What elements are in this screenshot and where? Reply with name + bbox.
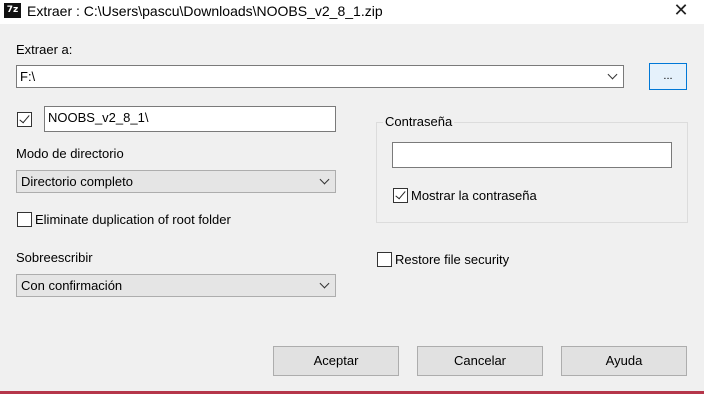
chevron-down-icon[interactable] — [607, 69, 618, 80]
restore-security-checkbox[interactable] — [377, 252, 392, 267]
help-button[interactable]: Ayuda — [561, 346, 687, 376]
cancel-button[interactable]: Cancelar — [417, 346, 543, 376]
checkmark-icon — [19, 112, 30, 124]
overwrite-select[interactable]: Con confirmación — [16, 274, 336, 297]
extract-to-value: F:\ — [20, 69, 36, 84]
show-password-label[interactable]: Mostrar la contraseña — [411, 188, 537, 203]
eliminate-duplication-checkbox[interactable] — [17, 212, 32, 227]
subfolder-input[interactable]: NOOBS_v2_8_1\ — [44, 106, 336, 132]
chevron-down-icon — [319, 174, 330, 185]
extract-to-combobox[interactable]: F:\ — [16, 65, 624, 88]
chevron-down-icon — [319, 278, 330, 289]
browse-button[interactable]: ... — [649, 63, 687, 90]
overwrite-value: Con confirmación — [21, 278, 123, 293]
subfolder-checkbox[interactable] — [17, 112, 32, 127]
ok-button[interactable]: Aceptar — [273, 346, 399, 376]
directory-mode-label: Modo de directorio — [16, 146, 124, 161]
checkmark-icon — [395, 188, 406, 200]
overwrite-label: Sobreescribir — [16, 250, 93, 265]
restore-security-label[interactable]: Restore file security — [395, 252, 509, 267]
password-group — [376, 122, 688, 223]
directory-mode-select[interactable]: Directorio completo — [16, 170, 336, 193]
password-input[interactable] — [392, 142, 672, 168]
show-password-checkbox[interactable] — [393, 188, 408, 203]
7zip-app-icon: 7z — [4, 3, 21, 18]
close-icon[interactable]: ✕ — [670, 0, 692, 22]
title-bar: 7z Extraer : C:\Users\pascu\Downloads\NO… — [0, 0, 704, 24]
extract-to-label: Extraer a: — [16, 42, 73, 57]
subfolder-value: NOOBS_v2_8_1\ — [48, 110, 149, 125]
eliminate-duplication-label[interactable]: Eliminate duplication of root folder — [35, 212, 231, 227]
directory-mode-value: Directorio completo — [21, 174, 133, 189]
password-group-label: Contraseña — [383, 114, 455, 129]
window-title: Extraer : C:\Users\pascu\Downloads\NOOBS… — [27, 3, 383, 19]
